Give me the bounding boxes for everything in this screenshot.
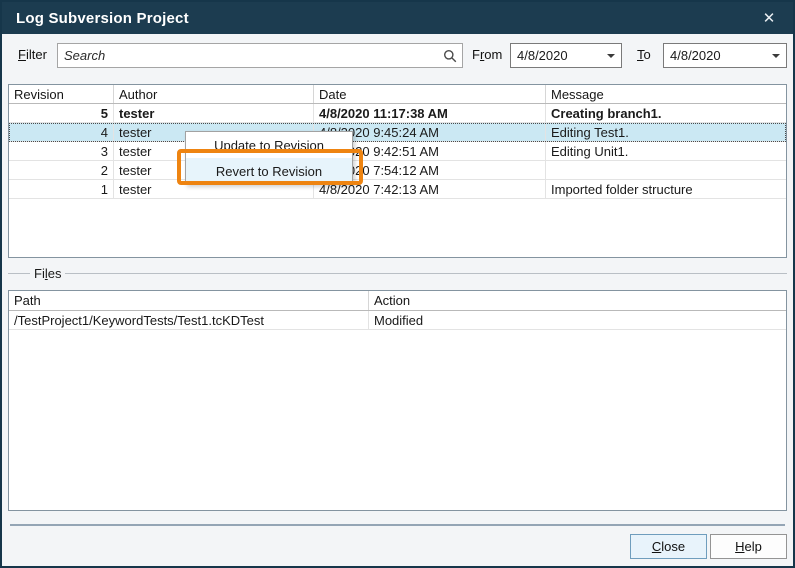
file-path-cell: /TestProject1/KeywordTests/Test1.tcKDTes… bbox=[9, 311, 369, 329]
revision-cell: 4 bbox=[9, 123, 114, 141]
message-cell: Creating branch1. bbox=[546, 104, 786, 122]
footer-divider bbox=[10, 524, 785, 526]
filter-label: Filter bbox=[18, 47, 47, 62]
help-label-post: elp bbox=[745, 539, 762, 554]
menu-item-update-to-revision[interactable]: Update to Revision bbox=[186, 132, 352, 158]
revision-cell: 3 bbox=[9, 142, 114, 160]
files-label-post: es bbox=[48, 266, 62, 281]
to-date-value: 4/8/2020 bbox=[670, 48, 766, 63]
table-row[interactable]: 1 tester 4/8/2020 7:42:13 AM Imported fo… bbox=[9, 180, 786, 199]
filter-label-mnemonic: F bbox=[18, 47, 26, 62]
table-row-selected[interactable]: 4 tester 4/8/2020 9:45:24 AM Editing Tes… bbox=[9, 123, 786, 142]
message-cell bbox=[546, 161, 786, 179]
column-header-author[interactable]: Author bbox=[114, 85, 314, 103]
files-table: Path Action /TestProject1/KeywordTests/T… bbox=[8, 290, 787, 511]
column-header-action[interactable]: Action bbox=[369, 291, 786, 310]
table-row[interactable]: 3 tester 4/8/2020 9:42:51 AM Editing Uni… bbox=[9, 142, 786, 161]
files-group-divider bbox=[8, 273, 787, 274]
search-icon[interactable] bbox=[438, 44, 462, 67]
revision-cell: 2 bbox=[9, 161, 114, 179]
help-button[interactable]: Help bbox=[710, 534, 787, 559]
revision-log-table: Revision Author Date Message 5 tester 4/… bbox=[8, 84, 787, 258]
from-label-post: om bbox=[484, 47, 502, 62]
column-header-date[interactable]: Date bbox=[314, 85, 546, 103]
log-table-header: Revision Author Date Message bbox=[9, 85, 786, 104]
date-cell: 4/8/2020 11:17:38 AM bbox=[314, 104, 546, 122]
search-box bbox=[57, 43, 463, 68]
title-bar: Log Subversion Project ✕ bbox=[2, 2, 793, 34]
close-button[interactable]: Close bbox=[630, 534, 707, 559]
file-action-cell: Modified bbox=[369, 311, 786, 329]
filter-label-post: ilter bbox=[26, 47, 47, 62]
to-label-post: o bbox=[644, 47, 651, 62]
column-header-message[interactable]: Message bbox=[546, 85, 786, 103]
author-cell: tester bbox=[114, 104, 314, 122]
context-menu: Update to Revision Revert to Revision bbox=[185, 131, 353, 185]
help-label-mnemonic: H bbox=[735, 539, 744, 554]
message-cell: Editing Test1. bbox=[546, 123, 786, 141]
files-table-header: Path Action bbox=[9, 291, 786, 311]
message-cell: Imported folder structure bbox=[546, 180, 786, 198]
from-date-dropdown[interactable]: 4/8/2020 bbox=[510, 43, 622, 68]
column-header-revision[interactable]: Revision bbox=[9, 85, 114, 103]
files-label-pre: Fi bbox=[34, 266, 45, 281]
from-date-value: 4/8/2020 bbox=[517, 48, 601, 63]
revision-cell: 1 bbox=[9, 180, 114, 198]
chevron-down-icon bbox=[607, 54, 615, 58]
close-label-post: lose bbox=[661, 539, 685, 554]
column-header-path[interactable]: Path bbox=[9, 291, 369, 310]
file-row[interactable]: /TestProject1/KeywordTests/Test1.tcKDTes… bbox=[9, 311, 786, 330]
table-row[interactable]: 2 tester 4/8/2020 7:54:12 AM bbox=[9, 161, 786, 180]
files-group-label: Files bbox=[30, 266, 65, 281]
to-label: To bbox=[637, 47, 651, 62]
log-subversion-dialog: Log Subversion Project ✕ Filter From 4/8… bbox=[0, 0, 795, 568]
from-label-pre: F bbox=[472, 47, 480, 62]
menu-item-revert-to-revision[interactable]: Revert to Revision bbox=[186, 158, 352, 184]
chevron-down-icon bbox=[772, 54, 780, 58]
dialog-title: Log Subversion Project bbox=[2, 10, 189, 27]
table-row[interactable]: 5 tester 4/8/2020 11:17:38 AM Creating b… bbox=[9, 104, 786, 123]
revision-cell: 5 bbox=[9, 104, 114, 122]
message-cell: Editing Unit1. bbox=[546, 142, 786, 160]
search-input[interactable] bbox=[58, 44, 438, 67]
to-date-dropdown[interactable]: 4/8/2020 bbox=[663, 43, 787, 68]
from-label: From bbox=[472, 47, 502, 62]
close-label-mnemonic: C bbox=[652, 539, 661, 554]
close-icon[interactable]: ✕ bbox=[751, 2, 787, 34]
